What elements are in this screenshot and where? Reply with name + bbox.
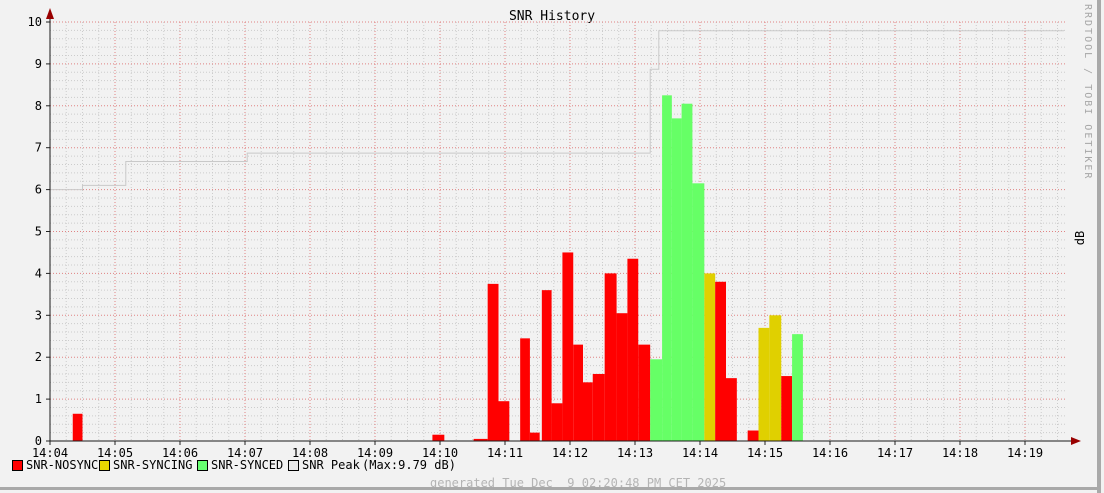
x-axis-tick-label: 14:14: [682, 446, 718, 458]
bar-nosync: [627, 258, 639, 441]
y-axis-tick-label: 5: [35, 225, 42, 239]
legend-item: SNR Peak: [288, 458, 360, 472]
rrdtool-graph-image: SNR History 0 1 2 3 4 5 6 7 8 9 10 14:04 14:05 14:06 1…: [0, 0, 1104, 493]
y-axis-tick-label: 6: [35, 183, 42, 197]
bar-nosync: [592, 373, 605, 441]
x-axis-tick-label: 14:10: [422, 446, 458, 458]
rrdtool-watermark: RRDTOOL / TOBI OETIKER: [1082, 4, 1093, 181]
image-border-right: [1097, 0, 1101, 493]
bar-nosync: [529, 432, 540, 441]
bar-nosync: [498, 401, 510, 441]
bar-synced: [671, 118, 682, 442]
y-axis-tick-label: 1: [35, 392, 42, 406]
x-axis-tick-label: 14:18: [942, 446, 978, 458]
y-axis-tick-label: 3: [35, 308, 42, 322]
bar-synced: [681, 103, 693, 441]
bar-nosync: [562, 252, 574, 441]
legend-item: SNR-SYNCING: [99, 458, 192, 472]
bar-nosync: [583, 382, 593, 441]
bar-nosync: [72, 413, 83, 441]
bar-nosync: [541, 290, 552, 441]
x-axis-tick-label: 14:08: [292, 446, 328, 458]
bar-synced: [692, 183, 705, 441]
bar-nosync: [715, 281, 726, 441]
snr-history-chart: 01234567891014:04 14:05 14:06 14:07 14:08 14:…: [28, 8, 1081, 458]
x-axis-arrow: [1071, 437, 1081, 445]
y-axis-tick-label: 4: [35, 266, 42, 280]
legend-label: SNR-SYNCED: [211, 458, 284, 472]
legend-swatch: [99, 459, 110, 471]
bar-syncing: [704, 273, 716, 441]
x-axis-tick-label: 14:04: [32, 446, 68, 458]
x-axis-tick-label: 14:13: [617, 446, 653, 458]
bar-synced: [650, 359, 663, 441]
x-axis-tick-label: 14:17: [877, 446, 913, 458]
x-axis-tick-label: 14:09: [357, 446, 393, 458]
legend-swatch: [12, 459, 23, 471]
legend-swatch: [197, 459, 208, 471]
y-axis-tick-label: 10: [28, 15, 42, 29]
legend-item: SNR-SYNCED: [197, 458, 283, 472]
x-axis-tick-label: 14:06: [162, 446, 198, 458]
bar-nosync: [604, 273, 617, 441]
x-axis-tick-label: 14:11: [487, 446, 523, 458]
legend-label: SNR-NOSYNC: [26, 458, 99, 472]
bar-nosync: [432, 434, 445, 441]
bar-nosync: [638, 344, 651, 441]
snr-peak-line: [50, 30, 1064, 191]
bar-nosync: [551, 403, 563, 441]
x-axis-tick-label: 14:07: [227, 446, 263, 458]
legend-max-note: (Max:9.79 dB): [362, 458, 456, 472]
x-axis-tick-label: 14:19: [1007, 446, 1043, 458]
y-axis-tick-label: 8: [35, 99, 42, 113]
bar-nosync: [726, 378, 737, 441]
y-axis-tick-label: 7: [35, 141, 42, 155]
right-axis-label: dB: [1073, 230, 1087, 246]
image-border-bottom: [0, 487, 1101, 490]
x-axis-tick-label: 14:16: [812, 446, 848, 458]
bar-synced: [662, 95, 672, 441]
legend-item: SNR-NOSYNC: [12, 458, 98, 472]
bar-nosync: [747, 430, 759, 441]
y-axis-tick-label: 9: [35, 57, 42, 71]
bar-synced: [792, 334, 803, 441]
bar-syncing: [769, 315, 782, 441]
bar-nosync: [781, 376, 793, 441]
x-axis-tick-label: 14:05: [97, 446, 133, 458]
legend-swatch: [288, 459, 299, 471]
bar-nosync: [573, 344, 583, 441]
y-axis-arrow: [46, 8, 54, 19]
bar-nosync: [487, 283, 499, 441]
legend-label: SNR-SYNCING: [113, 458, 193, 472]
bar-nosync: [520, 338, 530, 441]
y-axis-tick-label: 2: [35, 350, 42, 364]
x-axis-tick-label: 14:12: [552, 446, 588, 458]
legend-label: SNR Peak: [302, 458, 360, 472]
chart-legend: SNR-NOSYNC SNR-SYNCING SNR-SYNCED SNR Peak: [0, 458, 1104, 474]
x-axis-tick-label: 14:15: [747, 446, 783, 458]
bar-nosync: [616, 313, 628, 441]
bar-syncing: [758, 327, 770, 441]
